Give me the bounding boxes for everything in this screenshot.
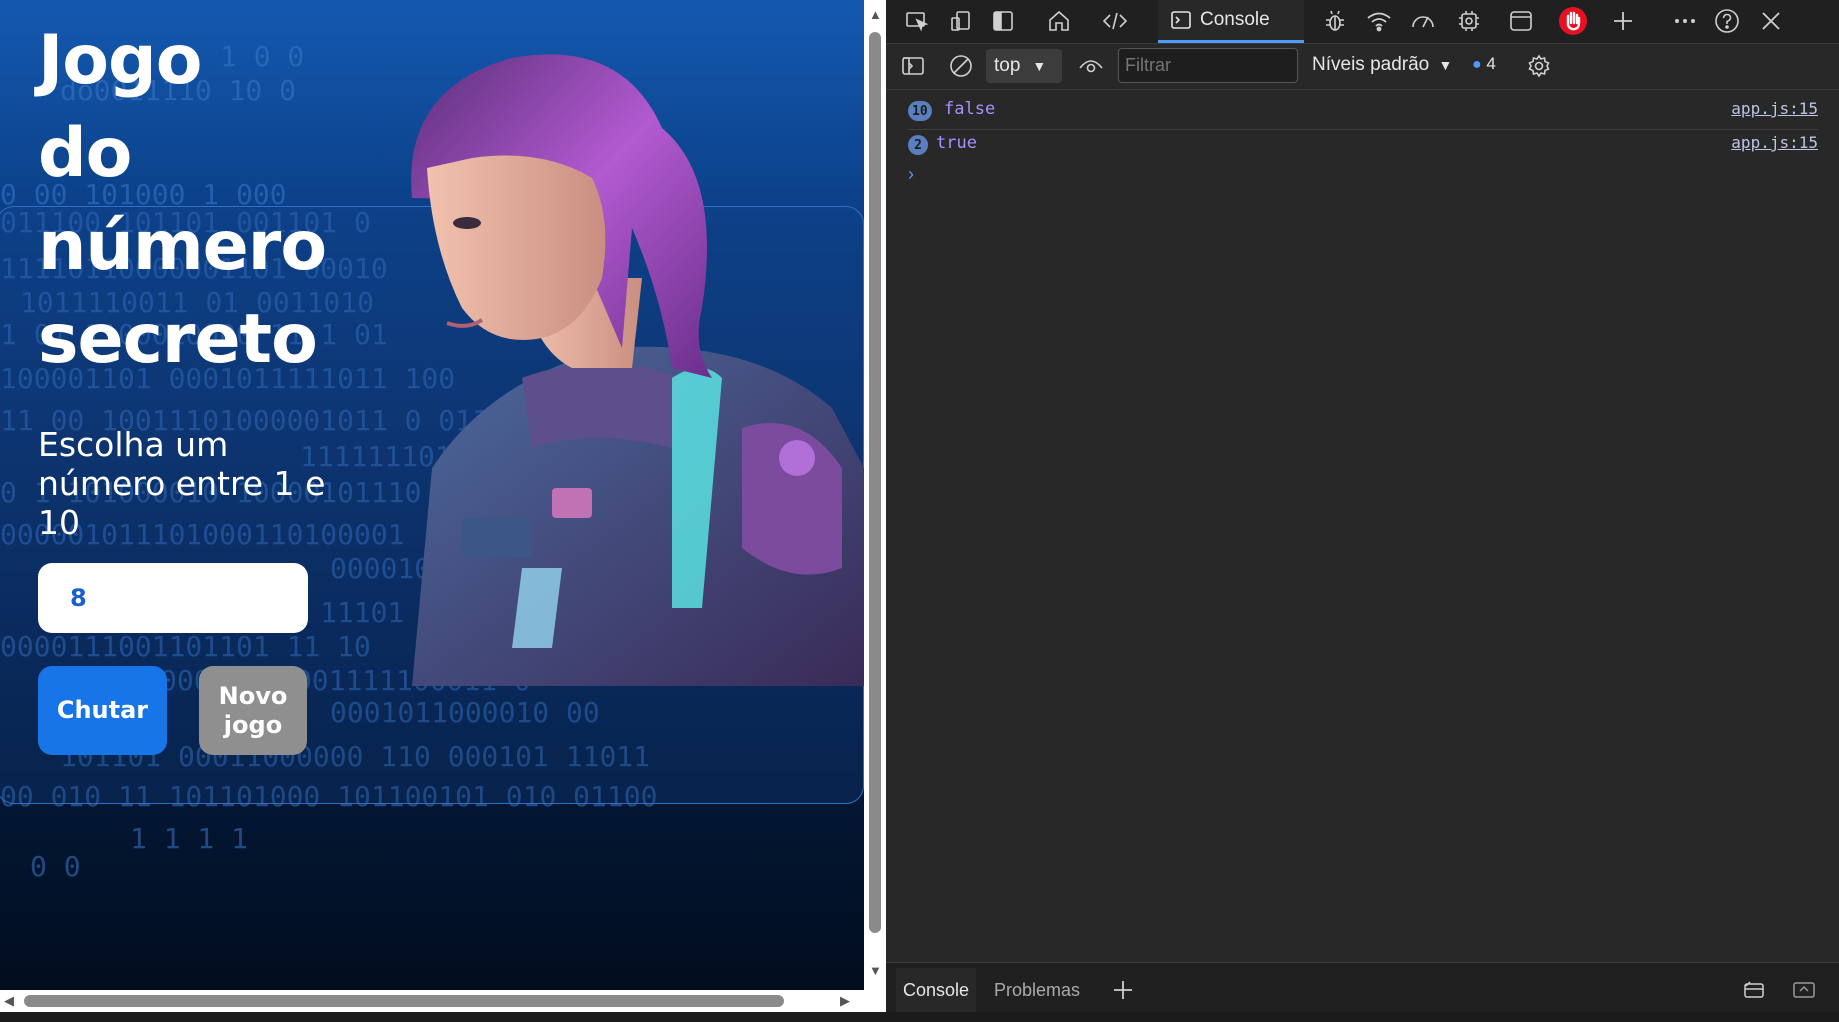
live-expression-eye-icon[interactable] xyxy=(1076,51,1106,81)
context-selector[interactable]: top ▼ xyxy=(986,49,1062,83)
scroll-left-icon[interactable]: ◀ xyxy=(4,994,14,1007)
tab-console-label: Console xyxy=(1200,9,1270,30)
log-levels-dropdown[interactable]: Níveis padrão ▼ xyxy=(1312,54,1452,76)
console-sidebar-icon[interactable] xyxy=(898,51,928,81)
horizontal-scroll-thumb[interactable] xyxy=(24,995,784,1007)
repeat-count-badge: 10 xyxy=(908,101,932,121)
dock-drawer-icon[interactable] xyxy=(1742,968,1766,1012)
chevron-down-icon: ▼ xyxy=(1032,58,1047,74)
message-bubble-icon: ● xyxy=(1472,56,1482,73)
binary-digits-row: 0 0 xyxy=(30,850,81,883)
drawer-tab-console[interactable]: Console xyxy=(896,968,976,1012)
vertical-scroll-thumb[interactable] xyxy=(869,32,881,933)
close-drawer-icon[interactable] xyxy=(1792,968,1816,1012)
inspect-icon[interactable] xyxy=(902,6,932,36)
bug-icon[interactable] xyxy=(1320,6,1350,36)
device-emulation-icon[interactable] xyxy=(946,6,976,36)
issues-count: 4 xyxy=(1486,54,1496,73)
more-tools-plus-icon[interactable] xyxy=(1608,6,1638,36)
issues-counter[interactable]: ● 4 xyxy=(1472,54,1496,74)
drawer-tabbar: Console Problemas xyxy=(886,962,1839,1013)
log-value: true xyxy=(936,133,977,153)
guess-button[interactable]: Chutar xyxy=(38,666,167,755)
devtools-panel: Console top ▼ Filtrar Níveis padrão ▼ ● … xyxy=(886,0,1839,1013)
title-line-2: do xyxy=(38,114,132,193)
title-line-4: secreto xyxy=(38,300,318,379)
context-selector-value: top xyxy=(994,55,1021,76)
log-value: false xyxy=(944,99,996,119)
game-page: 1 0 0 do0011110 10 00 00 101000 1 000 0111… xyxy=(0,0,864,990)
filter-input[interactable] xyxy=(1118,48,1298,83)
add-drawer-tab-plus-icon[interactable] xyxy=(1112,968,1134,1012)
console-log-row: 10 false app.js:15 xyxy=(908,96,1818,130)
close-icon[interactable] xyxy=(1756,6,1786,36)
console-toolbar: top ▼ Níveis padrão ▼ ● 4 xyxy=(886,44,1839,90)
scroll-right-icon[interactable]: ▶ xyxy=(840,994,850,1007)
log-source-link[interactable]: app.js:15 xyxy=(1731,99,1818,118)
instruction-text: Escolha um número entre 1 e 10 xyxy=(38,425,326,542)
toggle-sidebar-icon[interactable] xyxy=(988,6,1018,36)
log-source-link[interactable]: app.js:15 xyxy=(1731,133,1818,152)
astronaut-girl-illustration xyxy=(411,54,864,686)
memory-chip-icon[interactable] xyxy=(1454,6,1484,36)
elements-icon[interactable] xyxy=(1100,6,1130,36)
scroll-down-icon[interactable]: ▼ xyxy=(869,964,882,977)
log-levels-label: Níveis padrão xyxy=(1312,54,1430,75)
scroll-up-icon[interactable]: ▲ xyxy=(869,8,882,21)
application-icon[interactable] xyxy=(1506,6,1536,36)
new-game-button[interactable]: Novo jogo xyxy=(199,666,307,755)
drawer-tab-problems[interactable]: Problemas xyxy=(994,968,1080,1012)
devtools-toolbar: Console xyxy=(886,0,1839,44)
bottom-edge-strip xyxy=(0,1012,1839,1022)
console-settings-gear-icon[interactable] xyxy=(1524,51,1554,81)
console-prompt-chevron-icon[interactable]: › xyxy=(908,164,914,185)
clear-console-icon[interactable] xyxy=(946,51,976,81)
guess-input[interactable] xyxy=(38,563,308,633)
chevron-down-icon: ▼ xyxy=(1438,57,1453,73)
performance-icon[interactable] xyxy=(1408,6,1438,36)
page-title: Jogo do número secreto xyxy=(38,14,327,386)
title-line-1: Jogo xyxy=(38,21,202,100)
more-options-icon[interactable] xyxy=(1670,6,1700,36)
binary-digits-row: 1 1 1 1 xyxy=(130,822,249,855)
title-line-3: número xyxy=(38,207,327,286)
console-icon xyxy=(1171,11,1191,29)
network-wifi-icon[interactable] xyxy=(1364,6,1394,36)
stop-hand-icon[interactable] xyxy=(1558,6,1588,36)
console-log-row: 2 true app.js:15 xyxy=(908,130,1818,163)
help-icon[interactable] xyxy=(1712,6,1742,36)
welcome-home-icon[interactable] xyxy=(1044,6,1074,36)
tab-console[interactable]: Console xyxy=(1158,0,1304,43)
repeat-count-badge: 2 xyxy=(908,135,928,155)
